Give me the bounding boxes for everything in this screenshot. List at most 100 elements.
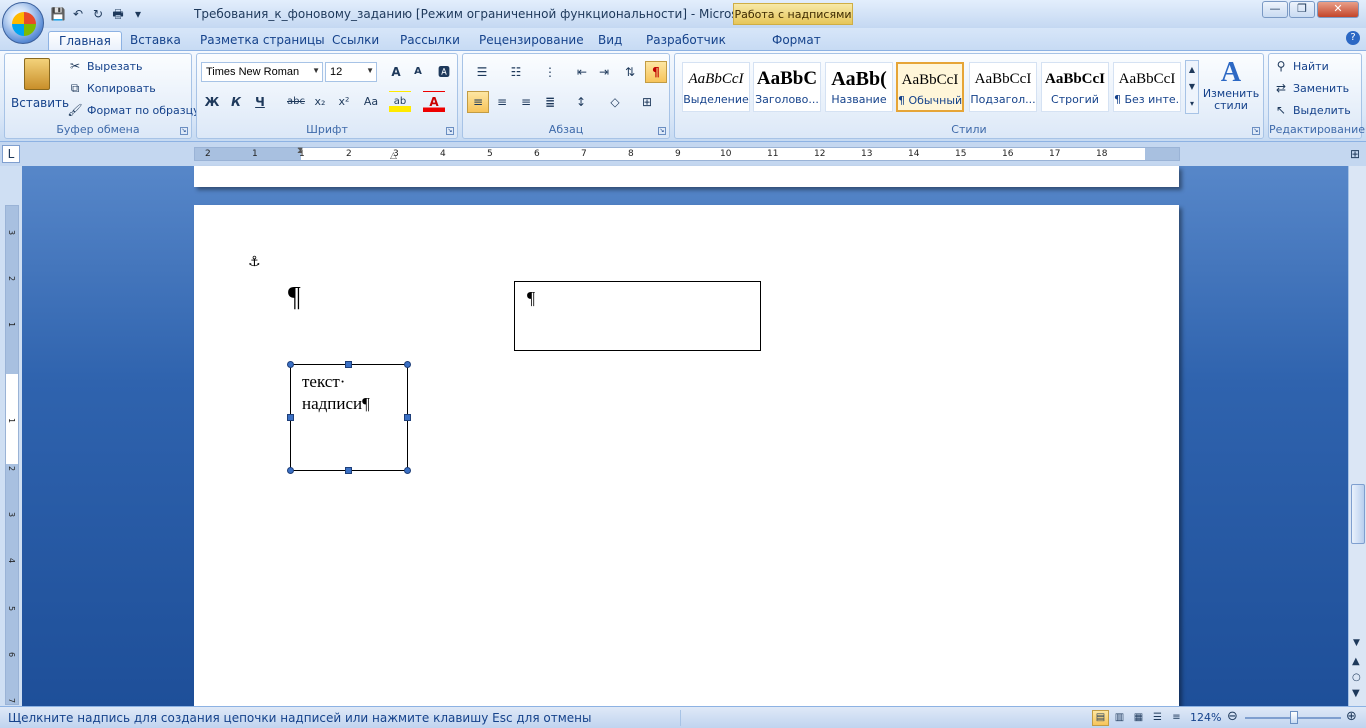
- scrollbar-thumb[interactable]: [1351, 484, 1365, 544]
- zoom-level[interactable]: 124%: [1190, 711, 1221, 724]
- next-page-icon[interactable]: ▼: [1352, 688, 1360, 699]
- minimize-button[interactable]: —: [1262, 1, 1288, 18]
- tab-format[interactable]: Формат: [762, 31, 831, 50]
- shrink-font-button[interactable]: A: [407, 61, 429, 83]
- outline-icon[interactable]: ☰: [1149, 710, 1166, 726]
- print-icon[interactable]: 🖶: [110, 6, 126, 22]
- font-size-combo[interactable]: 12 ▼: [325, 62, 377, 82]
- align-right-icon[interactable]: ≡: [515, 91, 537, 113]
- tab-home[interactable]: Главная: [48, 31, 122, 50]
- tab-developer[interactable]: Разработчик: [636, 31, 736, 50]
- style-title[interactable]: AaBb(Название: [825, 62, 893, 112]
- qat-more-icon[interactable]: ▾: [130, 6, 146, 22]
- strikethrough-button[interactable]: abc: [283, 91, 309, 113]
- resize-handle[interactable]: [404, 361, 411, 368]
- cut-button[interactable]: ✂ Вырезать: [67, 58, 143, 74]
- tab-mailings[interactable]: Рассылки: [390, 31, 470, 50]
- restore-button[interactable]: ❐: [1289, 1, 1315, 18]
- resize-handle[interactable]: [345, 467, 352, 474]
- style-no-spacing[interactable]: AaBbCcI ¶ Без инте...: [1113, 62, 1181, 112]
- replace-button[interactable]: ⇄ Заменить: [1273, 80, 1349, 96]
- style-normal[interactable]: AaBbCcI ¶ Обычный: [896, 62, 964, 112]
- gallery-more-icon[interactable]: ▾: [1186, 95, 1198, 112]
- font-launcher-icon[interactable]: ↘: [446, 127, 454, 135]
- chevron-down-icon[interactable]: ▼: [1186, 78, 1198, 95]
- borders-icon[interactable]: ⊞: [633, 91, 661, 113]
- bullets-icon[interactable]: ☰: [467, 61, 497, 83]
- change-case-button[interactable]: Aa: [357, 91, 385, 113]
- text-box-empty[interactable]: ¶: [514, 281, 761, 351]
- resize-handle[interactable]: [404, 414, 411, 421]
- tab-page-layout[interactable]: Разметка страницы: [190, 31, 335, 50]
- align-center-icon[interactable]: ≡: [491, 91, 513, 113]
- bold-button[interactable]: Ж: [201, 91, 223, 113]
- justify-icon[interactable]: ≣: [539, 91, 561, 113]
- print-layout-icon[interactable]: ▤: [1092, 710, 1109, 726]
- text-box-content[interactable]: текст· надписи¶: [302, 371, 370, 415]
- styles-gallery-scroll[interactable]: ▲ ▼ ▾: [1185, 60, 1199, 114]
- previous-page-icon[interactable]: ▲: [1352, 656, 1360, 667]
- office-button[interactable]: [2, 2, 44, 44]
- full-screen-reading-icon[interactable]: ▥: [1111, 710, 1128, 726]
- align-left-icon[interactable]: ≡: [467, 91, 489, 113]
- paragraph-launcher-icon[interactable]: ↘: [658, 127, 666, 135]
- browse-object-icon[interactable]: ○: [1352, 672, 1361, 683]
- tab-selector[interactable]: L: [2, 145, 20, 163]
- paragraph-mark[interactable]: ¶: [288, 282, 301, 314]
- format-painter-button[interactable]: 🖌 Формат по образцу: [67, 102, 199, 118]
- vertical-ruler[interactable]: 3 2 1 1 2 3 4 5 6 7: [5, 205, 19, 705]
- font-name-combo[interactable]: Times New Roman ▼: [201, 62, 323, 82]
- decrease-indent-icon[interactable]: ⇤: [571, 61, 593, 83]
- subscript-button[interactable]: x₂: [309, 91, 331, 113]
- style-strong[interactable]: AaBbCcI Строгий: [1041, 62, 1109, 112]
- tab-review[interactable]: Рецензирование: [469, 31, 594, 50]
- web-layout-icon[interactable]: ▦: [1130, 710, 1147, 726]
- resize-handle[interactable]: [404, 467, 411, 474]
- tab-insert[interactable]: Вставка: [120, 31, 191, 50]
- paste-button[interactable]: Вставить: [11, 58, 69, 118]
- resize-handle[interactable]: [287, 414, 294, 421]
- select-button[interactable]: ↖ Выделить: [1273, 102, 1351, 118]
- show-marks-button[interactable]: ¶: [645, 61, 667, 83]
- draft-icon[interactable]: ≡: [1168, 710, 1185, 726]
- styles-launcher-icon[interactable]: ↘: [1252, 127, 1260, 135]
- line-spacing-icon[interactable]: ↕: [567, 91, 595, 113]
- chevron-up-icon[interactable]: ▲: [1186, 61, 1198, 78]
- zoom-slider-knob[interactable]: [1290, 711, 1298, 724]
- highlight-button[interactable]: ab: [389, 91, 411, 113]
- style-heading[interactable]: AaBbC Заголово...: [753, 62, 821, 112]
- redo-icon[interactable]: ↻: [90, 6, 106, 22]
- superscript-button[interactable]: x²: [333, 91, 355, 113]
- multilevel-list-icon[interactable]: ⋮: [535, 61, 565, 83]
- tab-view[interactable]: Вид: [588, 31, 632, 50]
- change-styles-button[interactable]: A Изменить стили: [1202, 58, 1260, 120]
- close-button[interactable]: ✕: [1317, 1, 1359, 18]
- find-button[interactable]: ⚲ Найти: [1273, 58, 1329, 74]
- horizontal-ruler[interactable]: 2 1 1 2 3 4 5 6 7 8 9 10 11 12 13 14 15 16 17 18 ⧗ △: [194, 146, 1180, 161]
- view-ruler-icon[interactable]: ⊞: [1350, 147, 1360, 161]
- font-color-button[interactable]: A: [423, 91, 445, 113]
- save-icon[interactable]: 💾: [50, 6, 66, 22]
- zoom-out-icon[interactable]: ⊖: [1227, 709, 1238, 724]
- numbering-icon[interactable]: ☷: [501, 61, 531, 83]
- right-indent-marker-icon[interactable]: △: [390, 151, 397, 161]
- vertical-scrollbar[interactable]: ▼ ▲ ○ ▼: [1348, 166, 1366, 706]
- help-icon[interactable]: ?: [1346, 31, 1360, 45]
- tab-references[interactable]: Ссылки: [322, 31, 389, 50]
- sort-icon[interactable]: ⇅: [619, 61, 641, 83]
- clear-format-button[interactable]: 🅰: [433, 61, 455, 83]
- scroll-down-icon[interactable]: ▼: [1353, 638, 1360, 648]
- resize-handle[interactable]: [345, 361, 352, 368]
- indent-marker-icon[interactable]: ⧗: [297, 146, 303, 156]
- resize-handle[interactable]: [287, 361, 294, 368]
- text-box-selected[interactable]: текст· надписи¶: [287, 361, 411, 474]
- style-emphasis[interactable]: AaBbCcI Выделение: [682, 62, 750, 112]
- shading-icon[interactable]: ◇: [601, 91, 629, 113]
- style-subtitle[interactable]: AaBbCcI Подзагол...: [969, 62, 1037, 112]
- italic-button[interactable]: К: [225, 91, 247, 113]
- increase-indent-icon[interactable]: ⇥: [593, 61, 615, 83]
- copy-button[interactable]: ⧉ Копировать: [67, 80, 156, 96]
- undo-icon[interactable]: ↶: [70, 6, 86, 22]
- clipboard-launcher-icon[interactable]: ↘: [180, 127, 188, 135]
- resize-handle[interactable]: [287, 467, 294, 474]
